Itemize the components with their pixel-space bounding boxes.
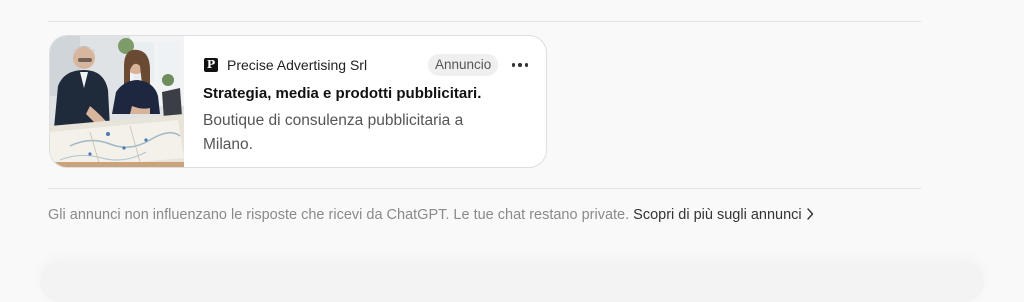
ad-headline[interactable]: Strategia, media e prodotti pubblicitari…: [203, 85, 481, 103]
more-horizontal-icon: [518, 63, 522, 67]
ads-disclaimer: Gli annunci non influenzano le risposte …: [48, 205, 814, 225]
advertiser-logo: P: [204, 58, 218, 72]
advertiser-name[interactable]: Precise Advertising Srl: [227, 57, 367, 74]
disclaimer-text: Gli annunci non influenzano le risposte …: [48, 207, 630, 223]
ad-badge: Annuncio: [428, 54, 499, 76]
divider-bottom: [48, 188, 921, 189]
composer-shadow: [40, 262, 984, 302]
chevron-right-icon: [806, 208, 813, 220]
more-options-button[interactable]: [507, 54, 533, 76]
ad-content: P Precise Advertising Srl Annuncio Strat…: [202, 36, 546, 167]
divider-top: [48, 21, 921, 22]
ad-card[interactable]: P Precise Advertising Srl Annuncio Strat…: [49, 35, 547, 168]
more-horizontal-icon: [524, 63, 529, 67]
ad-image[interactable]: [50, 36, 184, 167]
learn-more-label[interactable]: Scopri di più sugli annunci: [633, 207, 801, 223]
ad-description: Boutique di consulenza pubblicitaria a M…: [203, 112, 464, 153]
more-horizontal-icon: [511, 63, 516, 67]
learn-more-link[interactable]: Scopri di più sugli annunci: [633, 207, 813, 223]
